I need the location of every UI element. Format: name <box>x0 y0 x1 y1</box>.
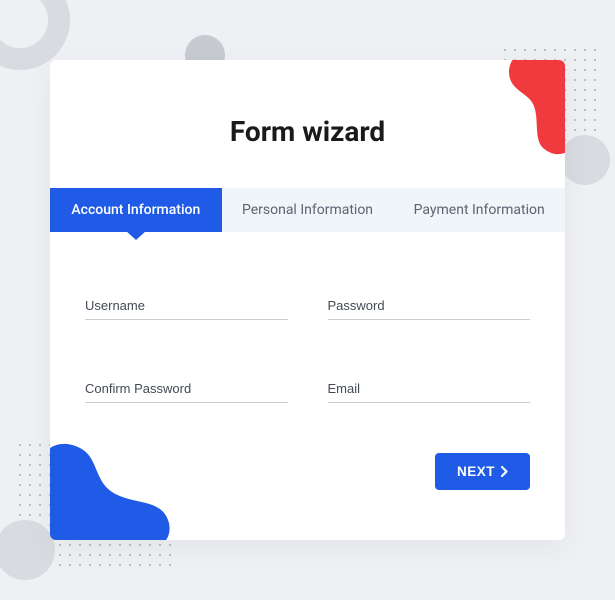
next-button[interactable]: NEXT <box>435 453 530 490</box>
wizard-card: Form wizard Account Information Personal… <box>50 60 565 540</box>
wizard-tabs: Account Information Personal Information… <box>50 188 565 232</box>
field-username <box>85 292 288 320</box>
decor-blob-red <box>485 60 565 160</box>
form-footer: NEXT <box>50 423 565 520</box>
field-password <box>328 292 531 320</box>
decor-circle <box>560 135 610 185</box>
email-input[interactable] <box>328 375 531 403</box>
chevron-right-icon <box>501 466 508 477</box>
field-email <box>328 375 531 403</box>
field-confirm-password <box>85 375 288 403</box>
tab-payment-information[interactable]: Payment Information <box>393 188 565 232</box>
tab-label: Account Information <box>71 202 200 218</box>
tab-account-information[interactable]: Account Information <box>50 188 222 232</box>
password-input[interactable] <box>328 292 531 320</box>
username-input[interactable] <box>85 292 288 320</box>
next-button-label: NEXT <box>457 464 495 479</box>
form-body <box>50 232 565 423</box>
tab-label: Payment Information <box>414 202 545 218</box>
tab-personal-information[interactable]: Personal Information <box>222 188 394 232</box>
decor-circle <box>0 520 55 580</box>
tab-label: Personal Information <box>242 202 373 218</box>
confirm-password-input[interactable] <box>85 375 288 403</box>
